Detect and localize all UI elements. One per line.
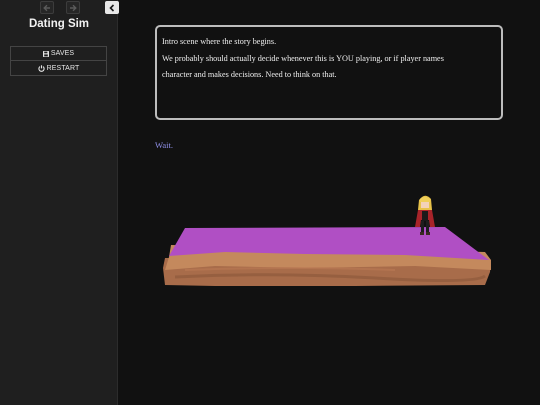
sidebar-collapse-button[interactable] xyxy=(105,1,119,14)
passage-box: Intro scene where the story begins. We p… xyxy=(155,25,503,120)
wait-link[interactable]: Wait. xyxy=(155,140,173,150)
passage-line: We probably should actually decide whene… xyxy=(162,53,444,63)
floppy-disk-icon xyxy=(42,50,49,57)
saves-button[interactable]: SAVES xyxy=(10,46,107,61)
story-title: Dating Sim xyxy=(28,18,90,30)
arrow-left-icon xyxy=(43,4,50,11)
arrow-right-icon xyxy=(70,4,77,11)
passage-line: Intro scene where the story begins. xyxy=(162,37,277,46)
chevron-left-icon xyxy=(109,3,115,12)
sidebar: Dating Sim SAVES RESTART xyxy=(0,0,119,405)
history-back-button[interactable] xyxy=(40,1,54,14)
restart-label: RESTART xyxy=(46,64,80,72)
power-icon xyxy=(37,64,45,72)
scene-illustration xyxy=(163,195,491,286)
history-nav xyxy=(40,1,80,14)
history-forward-button[interactable] xyxy=(66,1,80,14)
saves-label: SAVES xyxy=(50,50,75,57)
restart-button[interactable]: RESTART xyxy=(10,61,107,76)
passage-line: character and makes decisions. Need to t… xyxy=(162,70,337,79)
